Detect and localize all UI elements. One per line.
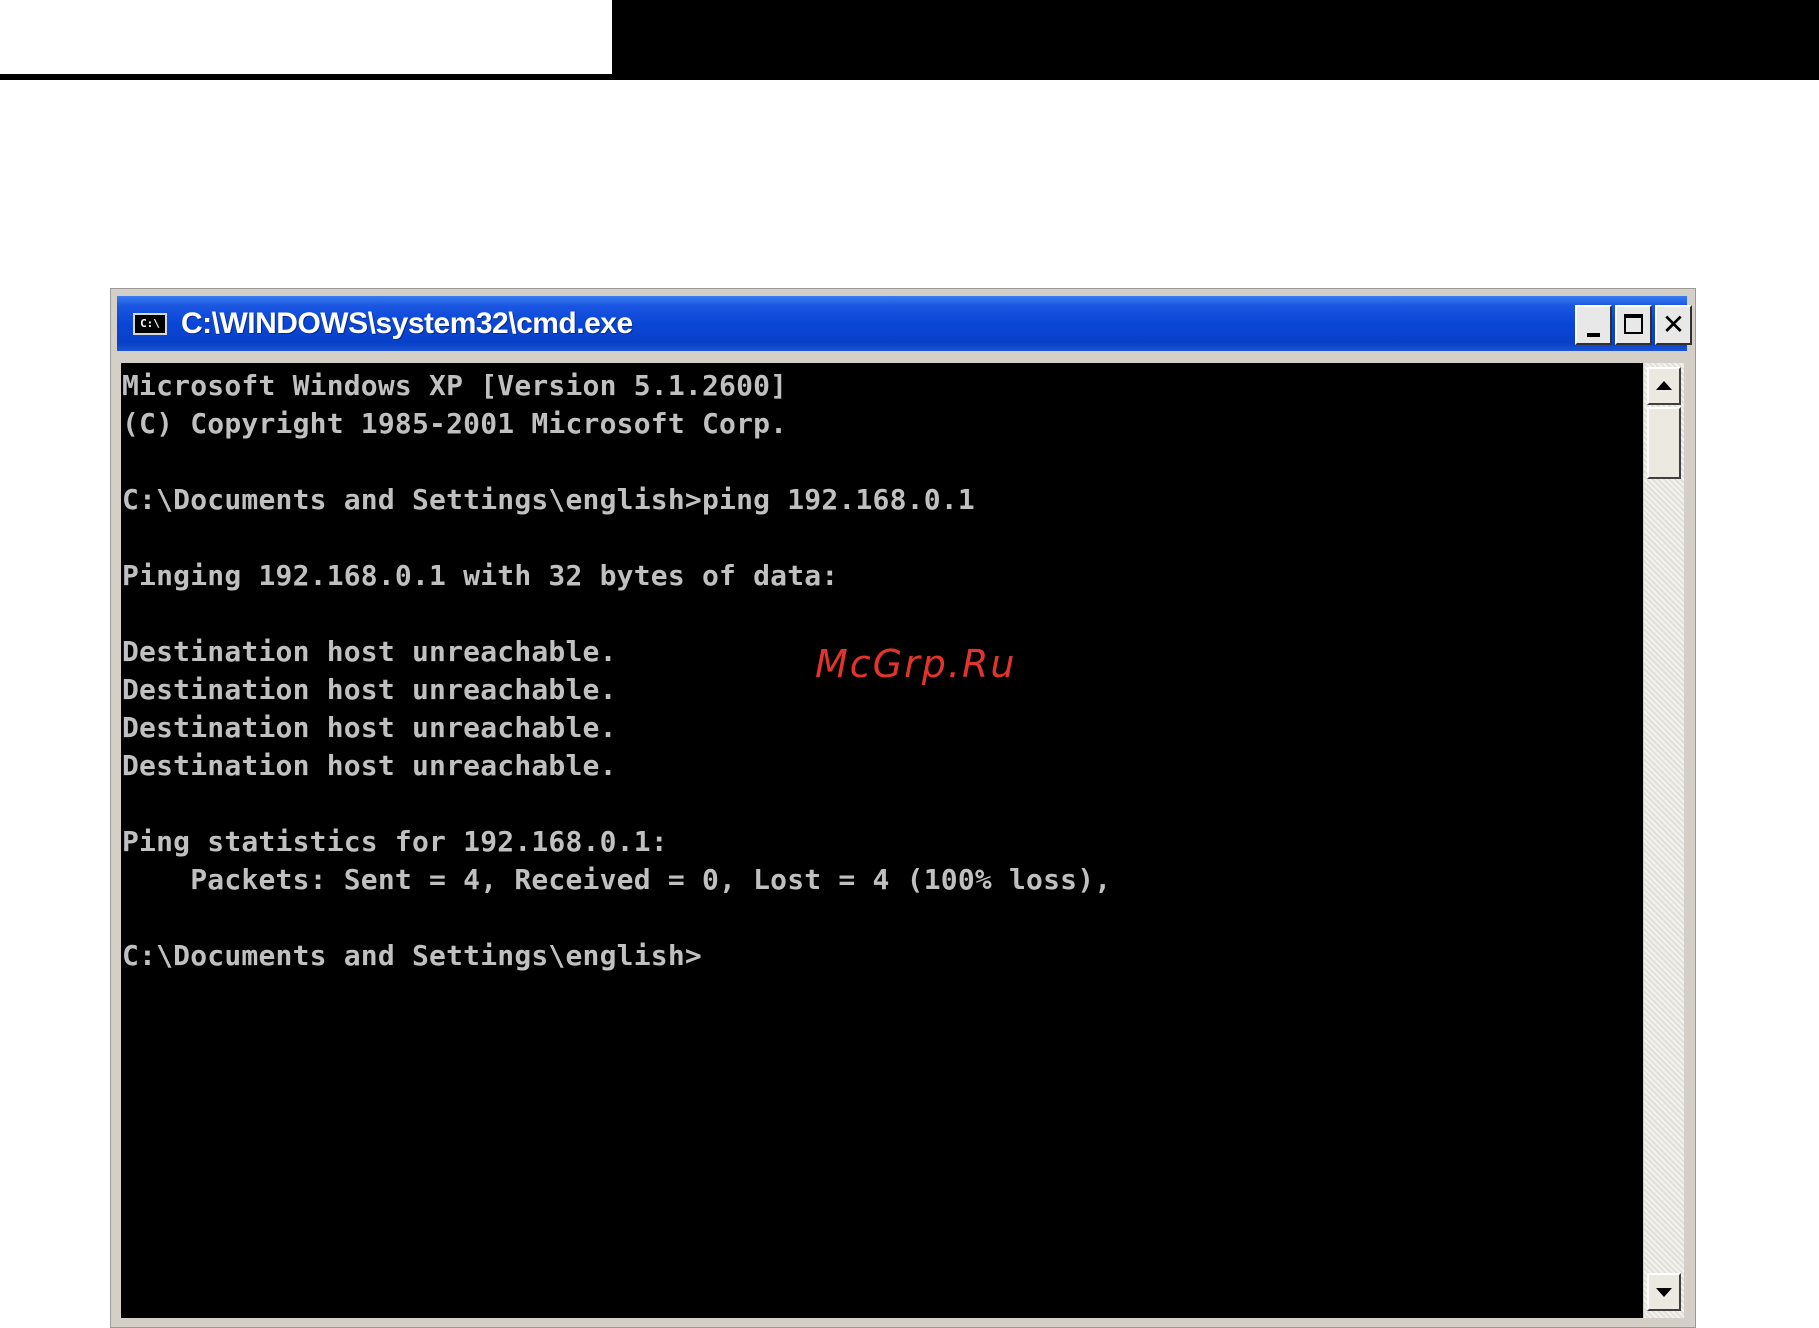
minimize-button[interactable]	[1575, 305, 1612, 345]
scroll-down-arrow-icon	[1656, 1288, 1672, 1297]
vertical-scrollbar[interactable]	[1644, 363, 1684, 1318]
page-header-band	[612, 0, 1819, 74]
minimize-icon	[1587, 333, 1600, 337]
scroll-up-arrow-icon	[1656, 381, 1672, 390]
console-line: (C) Copyright 1985-2001 Microsoft Corp.	[122, 407, 788, 440]
console-line: Destination host unreachable.	[122, 749, 617, 782]
console-line: C:\Documents and Settings\english>ping 1…	[122, 483, 975, 516]
console-line: Pinging 192.168.0.1 with 32 bytes of dat…	[122, 559, 839, 592]
cmd-window: C:\ C:\WINDOWS\system32\cmd.exe ✕ Micros…	[110, 288, 1696, 1328]
console-line: Ping statistics for 192.168.0.1:	[122, 825, 668, 858]
window-title: C:\WINDOWS\system32\cmd.exe	[181, 307, 633, 340]
console-line: Destination host unreachable.	[122, 635, 617, 668]
close-icon: ✕	[1661, 308, 1686, 341]
title-bar[interactable]: C:\ C:\WINDOWS\system32\cmd.exe ✕	[117, 296, 1692, 351]
console-line: Destination host unreachable.	[122, 673, 617, 706]
console-line: C:\Documents and Settings\english>	[122, 939, 702, 972]
scroll-thumb[interactable]	[1647, 407, 1681, 479]
page-header-rule	[0, 74, 1819, 80]
console-line: Packets: Sent = 4, Received = 0, Lost = …	[122, 863, 1112, 896]
close-button[interactable]: ✕	[1655, 305, 1692, 345]
maximize-icon	[1624, 314, 1643, 334]
scroll-up-button[interactable]	[1647, 367, 1681, 405]
scroll-down-button[interactable]	[1647, 1273, 1681, 1311]
console-line: Destination host unreachable.	[122, 711, 617, 744]
console-line: Microsoft Windows XP [Version 5.1.2600]	[122, 369, 788, 402]
watermark: McGrp.Ru	[815, 642, 1017, 686]
maximize-button[interactable]	[1615, 305, 1652, 345]
cmd-prompt-icon[interactable]: C:\	[133, 313, 167, 335]
console-output[interactable]: Microsoft Windows XP [Version 5.1.2600] …	[121, 363, 1643, 1318]
